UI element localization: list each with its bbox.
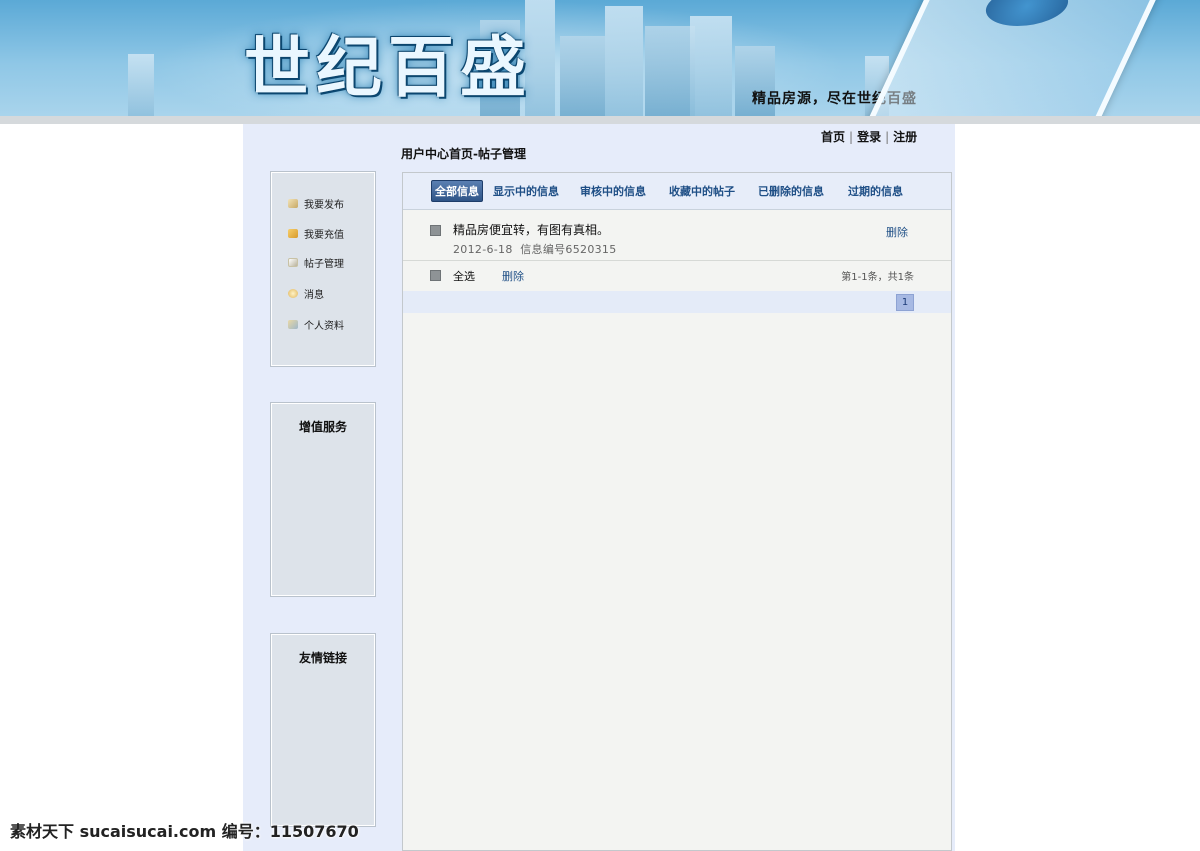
page-number[interactable]: 1 <box>896 294 914 311</box>
login-link[interactable]: 登录 <box>857 130 881 144</box>
sidebar-nav: 我要发布 我要充值 帖子管理 消息 个人资料 <box>270 171 376 367</box>
sidebar-item-profile[interactable]: 个人资料 <box>288 317 344 332</box>
sidebar-item-recharge[interactable]: 我要充值 <box>288 226 344 241</box>
value-added-services-box: 增值服务 <box>270 402 376 597</box>
sidebar-item-label: 帖子管理 <box>304 259 344 270</box>
breadcrumb: 用户中心首页-帖子管理 <box>401 147 526 161</box>
delete-post-link[interactable]: 删除 <box>886 224 908 240</box>
select-all-label[interactable]: 全选 <box>453 268 475 284</box>
post-title[interactable]: 精品房便宜转，有图有真相。 <box>453 221 609 238</box>
message-icon <box>288 289 298 298</box>
page-container: 首页 | 登录 | 注册 用户中心首页-帖子管理 我要发布 我要充值 帖子管理 消息 <box>243 124 955 851</box>
links-title: 友情链接 <box>298 651 347 665</box>
record-count: 第1-1条，共1条 <box>841 272 914 283</box>
post-date: 2012-6-18 <box>453 243 513 256</box>
register-link[interactable]: 注册 <box>893 130 917 144</box>
sidebar-item-message[interactable]: 消息 <box>288 286 324 301</box>
recharge-icon <box>288 229 298 238</box>
tab-favorites[interactable]: 收藏中的帖子 <box>669 183 735 199</box>
list-item: 精品房便宜转，有图有真相。 2012-6-18 信息编号6520315 删除 <box>403 209 951 261</box>
sidebar-item-label: 消息 <box>304 290 324 301</box>
sidebar-item-post[interactable]: 我要发布 <box>288 196 344 211</box>
tab-expired[interactable]: 过期的信息 <box>848 183 903 199</box>
post-checkbox[interactable] <box>430 225 441 236</box>
bulk-delete-link[interactable]: 删除 <box>502 268 524 284</box>
bulk-action-bar: 全选 删除 第1-1条，共1条 <box>403 261 951 291</box>
sidebar-item-label: 我要发布 <box>304 200 344 211</box>
sidebar-item-manage[interactable]: 帖子管理 <box>288 255 344 270</box>
building-silhouette <box>690 16 732 116</box>
tab-reviewing[interactable]: 审核中的信息 <box>580 183 646 199</box>
separator: | <box>885 130 890 144</box>
building-silhouette <box>605 6 643 116</box>
watermark-text: 素材天下 sucaisucai.com 编号：11507670 <box>10 822 359 841</box>
building-silhouette <box>645 26 695 116</box>
banner-divider <box>0 116 1200 124</box>
post-id: 信息编号6520315 <box>520 243 617 256</box>
profile-icon <box>288 320 298 329</box>
sidebar-item-label: 我要充值 <box>304 230 344 241</box>
edit-icon <box>288 258 298 267</box>
top-links: 首页 | 登录 | 注册 <box>821 128 917 145</box>
services-title: 增值服务 <box>298 420 347 434</box>
tab-showing[interactable]: 显示中的信息 <box>493 183 559 199</box>
sidebar-item-label: 个人资料 <box>304 321 344 332</box>
post-meta: 2012-6-18 信息编号6520315 <box>453 241 617 257</box>
tab-deleted[interactable]: 已删除的信息 <box>758 183 824 199</box>
separator: | <box>849 130 854 144</box>
site-banner: 世纪百盛 精品房源，尽在世纪百盛 <box>0 0 1200 116</box>
building-silhouette <box>560 36 605 116</box>
tab-bar: 全部信息 显示中的信息 审核中的信息 收藏中的帖子 已删除的信息 过期的信息 <box>403 173 951 210</box>
tab-all[interactable]: 全部信息 <box>431 180 483 202</box>
post-icon <box>288 199 298 208</box>
home-link[interactable]: 首页 <box>821 130 845 144</box>
post-management-panel: 全部信息 显示中的信息 审核中的信息 收藏中的帖子 已删除的信息 过期的信息 精… <box>402 172 952 851</box>
flower-graphic <box>977 0 1077 26</box>
pagination: 1 <box>403 291 951 313</box>
select-all-checkbox[interactable] <box>430 270 441 281</box>
decorative-glass-panel <box>862 0 1170 116</box>
friend-links-box: 友情链接 <box>270 633 376 827</box>
tower-silhouette <box>128 54 154 116</box>
site-logo: 世纪百盛 <box>244 28 532 106</box>
